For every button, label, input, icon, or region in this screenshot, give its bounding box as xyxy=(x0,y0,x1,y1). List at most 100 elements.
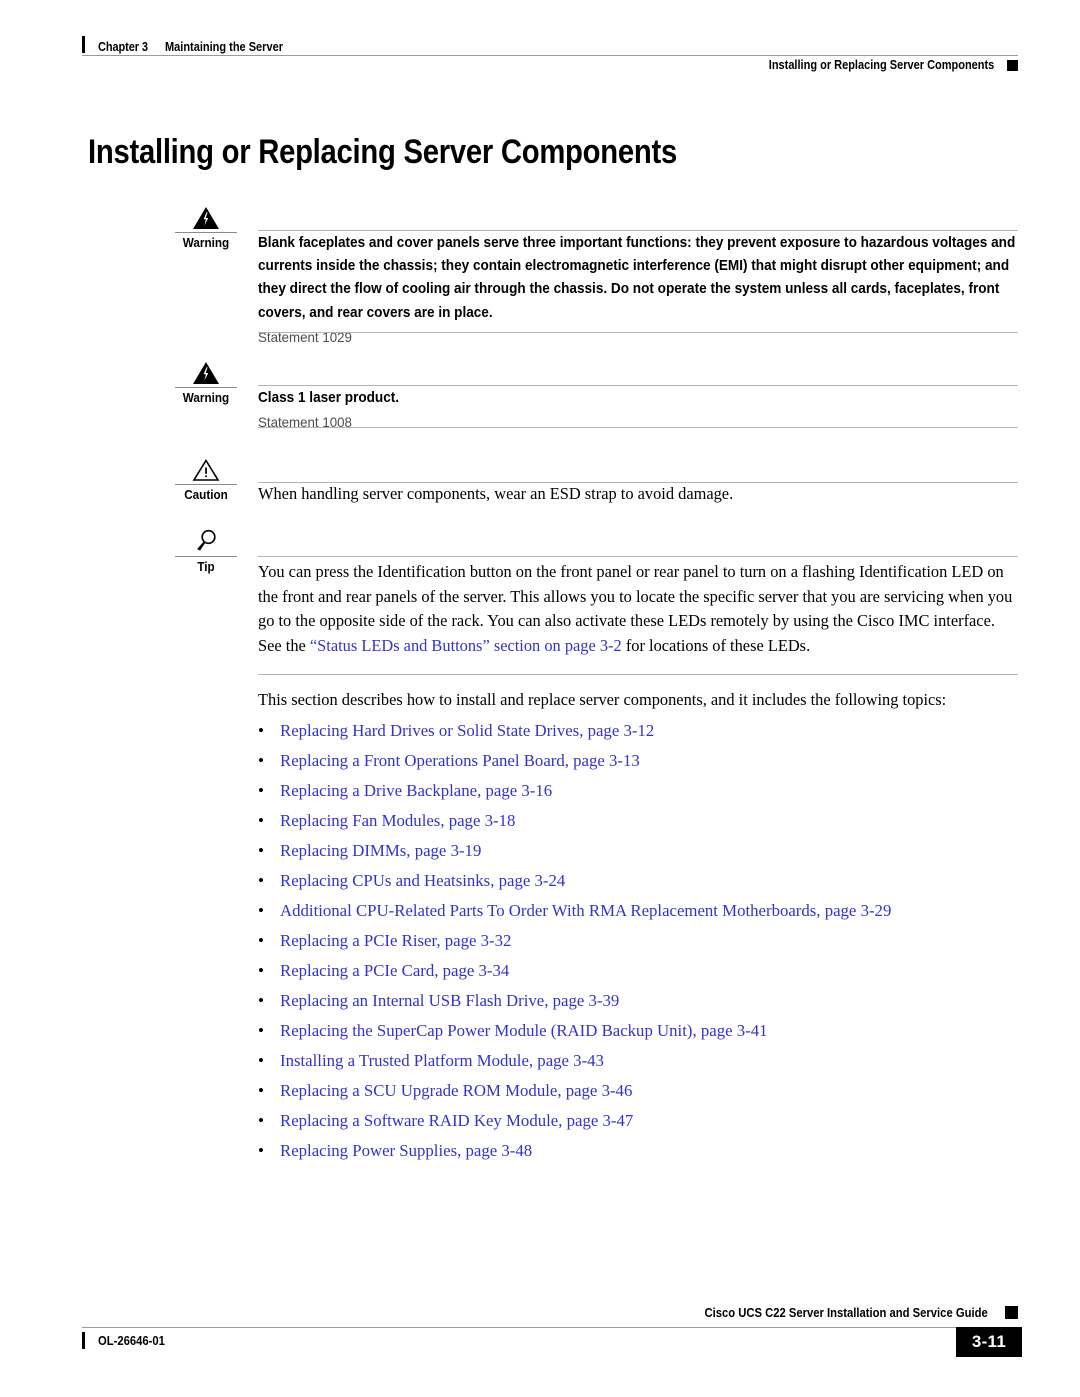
header-divider xyxy=(82,55,1018,56)
list-item[interactable]: • Replacing a Drive Backplane, page 3-16 xyxy=(258,776,1033,806)
admonition-label: Caution xyxy=(184,487,228,502)
footer-document-number: OL-26646-01 xyxy=(98,1333,165,1348)
admonition-gutter: Tip xyxy=(170,524,242,575)
bullet-icon: • xyxy=(258,721,264,740)
bullet-icon: • xyxy=(258,1051,264,1070)
bullet-icon: • xyxy=(258,871,264,890)
header-chapter-title: Maintaining the Server xyxy=(164,40,283,54)
admonition-caution-text: When handling server components, wear an… xyxy=(258,484,734,503)
topic-cross-reference-link[interactable]: Replacing the SuperCap Power Module (RAI… xyxy=(280,1016,767,1046)
list-item[interactable]: • Replacing an Internal USB Flash Drive, … xyxy=(258,986,1033,1016)
topic-cross-reference-link[interactable]: Replacing Fan Modules, page 3-18 xyxy=(280,806,515,836)
topic-cross-reference-link[interactable]: Replacing Power Supplies, page 3-48 xyxy=(280,1136,532,1166)
admonition-bottom-rule xyxy=(258,332,1018,333)
topic-cross-reference-link[interactable]: Replacing Hard Drives or Solid State Dri… xyxy=(280,716,654,746)
list-item[interactable]: • Replacing the SuperCap Power Module (RA… xyxy=(258,1016,1033,1046)
admonition-label: Warning xyxy=(182,390,230,405)
list-item[interactable]: • Replacing DIMMs, page 3-19 xyxy=(258,836,1033,866)
bullet-icon: • xyxy=(258,1081,264,1100)
admonition-tip-text: You can press the Identification button … xyxy=(258,560,1018,658)
admonition-statement-id: Statement 1008 xyxy=(258,414,352,431)
bullet-icon: • xyxy=(258,991,264,1010)
topic-cross-reference-link[interactable]: Additional CPU-Related Parts To Order Wi… xyxy=(280,896,891,926)
bullet-icon: • xyxy=(258,841,264,860)
footer-tick-marker xyxy=(82,1332,85,1349)
bullet-icon: • xyxy=(258,931,264,950)
bullet-icon: • xyxy=(258,751,264,770)
footer-doc-group: OL-26646-01 xyxy=(82,1332,172,1349)
warning-lightning-triangle-icon xyxy=(170,355,242,385)
topic-link-list: • Replacing Hard Drives or Solid State Dr… xyxy=(258,716,1033,1166)
topic-cross-reference-link[interactable]: Installing a Trusted Platform Module, pa… xyxy=(280,1046,604,1076)
bullet-icon: • xyxy=(258,1021,264,1040)
list-item[interactable]: • Replacing Power Supplies, page 3-48 xyxy=(258,1136,1033,1166)
list-item[interactable]: • Replacing Hard Drives or Solid State Dr… xyxy=(258,716,1033,746)
bullet-icon: • xyxy=(258,811,264,830)
admonition-body: Blank faceplates and cover panels serve … xyxy=(258,232,1018,348)
admonition-gutter: Caution xyxy=(170,452,242,503)
topic-cross-reference-link[interactable]: Replacing a PCIe Riser, page 3-32 xyxy=(280,926,511,956)
bullet-icon: • xyxy=(258,901,264,920)
list-item[interactable]: • Replacing a Software RAID Key Module, p… xyxy=(258,1106,1033,1136)
admonition-statement-id: Statement 1029 xyxy=(258,328,352,345)
admonition-gutter-rule xyxy=(175,484,237,485)
bullet-icon: • xyxy=(258,961,264,980)
list-item[interactable]: • Additional CPU-Related Parts To Order W… xyxy=(258,896,1033,926)
footer-guide-title: Cisco UCS C22 Server Installation and Se… xyxy=(704,1306,988,1320)
header-square-marker xyxy=(1007,59,1018,71)
tip-cross-reference-link[interactable]: “Status LEDs and Buttons” section on pag… xyxy=(310,636,622,655)
admonition-top-rule xyxy=(258,230,1018,231)
footer-divider xyxy=(82,1327,1018,1328)
document-page: Chapter 3 Maintaining the Server Install… xyxy=(0,0,1080,1397)
topic-cross-reference-link[interactable]: Replacing a PCIe Card, page 3-34 xyxy=(280,956,509,986)
admonition-top-rule xyxy=(258,385,1018,386)
magnifying-glass-icon xyxy=(170,524,242,554)
topic-cross-reference-link[interactable]: Replacing DIMMs, page 3-19 xyxy=(280,836,481,866)
list-item[interactable]: • Replacing CPUs and Heatsinks, page 3-24 xyxy=(258,866,1033,896)
admonition-gutter-rule xyxy=(175,387,237,388)
list-item[interactable]: • Replacing a PCIe Riser, page 3-32 xyxy=(258,926,1033,956)
list-item[interactable]: • Replacing a Front Operations Panel Boar… xyxy=(258,746,1033,776)
tip-text-after-link: for locations of these LEDs. xyxy=(621,635,811,655)
admonition-bottom-rule xyxy=(258,674,1018,675)
page-footer: Cisco UCS C22 Server Installation and Se… xyxy=(82,1306,1022,1366)
admonition-warning-text: Class 1 laser product. xyxy=(258,390,400,406)
topic-cross-reference-link[interactable]: Replacing an Internal USB Flash Drive, p… xyxy=(280,986,619,1016)
footer-page-number: 3-11 xyxy=(956,1327,1022,1357)
header-chapter-number: Chapter 3 xyxy=(98,40,148,54)
topic-cross-reference-link[interactable]: Replacing a Software RAID Key Module, pa… xyxy=(280,1106,633,1136)
page-title: Installing or Replacing Server Component… xyxy=(88,133,677,171)
topic-cross-reference-link[interactable]: Replacing a Front Operations Panel Board… xyxy=(280,746,640,776)
admonition-tip: Tip You can press the Identification but… xyxy=(170,524,1018,676)
admonition-gutter-rule xyxy=(175,556,237,557)
admonition-label: Warning xyxy=(182,235,230,250)
admonition-caution: Caution When handling server components,… xyxy=(170,452,1018,508)
header-section-group: Installing or Replacing Server Component… xyxy=(738,58,1018,72)
bullet-icon: • xyxy=(258,781,264,800)
list-item[interactable]: • Replacing Fan Modules, page 3-18 xyxy=(258,806,1033,836)
admonition-body: You can press the Identification button … xyxy=(258,560,1018,658)
topic-cross-reference-link[interactable]: Replacing CPUs and Heatsinks, page 3-24 xyxy=(280,866,565,896)
page-header: Chapter 3 Maintaining the Server Install… xyxy=(82,34,1018,78)
admonition-warning-text: Blank faceplates and cover panels serve … xyxy=(258,235,1016,321)
topic-cross-reference-link[interactable]: Replacing a Drive Backplane, page 3-16 xyxy=(280,776,552,806)
admonition-gutter-rule xyxy=(175,232,237,233)
header-chapter-group: Chapter 3 Maintaining the Server xyxy=(82,34,299,54)
bullet-icon: • xyxy=(258,1141,264,1160)
list-item[interactable]: • Installing a Trusted Platform Module, p… xyxy=(258,1046,1033,1076)
list-item[interactable]: • Replacing a PCIe Card, page 3-34 xyxy=(258,956,1033,986)
header-section-title: Installing or Replacing Server Component… xyxy=(768,58,994,72)
footer-square-marker xyxy=(1005,1306,1018,1319)
header-tick-marker xyxy=(82,36,85,53)
bullet-icon: • xyxy=(258,1111,264,1130)
admonition-gutter: Warning xyxy=(170,355,242,406)
caution-exclamation-triangle-icon xyxy=(170,452,242,482)
admonition-body: When handling server components, wear an… xyxy=(258,482,1018,507)
topic-cross-reference-link[interactable]: Replacing a SCU Upgrade ROM Module, page… xyxy=(280,1076,632,1106)
admonition-warning-2: Warning Class 1 laser product. Statement… xyxy=(170,355,1018,430)
warning-lightning-triangle-icon xyxy=(170,200,242,230)
list-item[interactable]: • Replacing a SCU Upgrade ROM Module, pag… xyxy=(258,1076,1033,1106)
admonition-gutter: Warning xyxy=(170,200,242,251)
admonition-label: Tip xyxy=(197,559,215,574)
admonition-warning-1: Warning Blank faceplates and cover panel… xyxy=(170,200,1018,345)
